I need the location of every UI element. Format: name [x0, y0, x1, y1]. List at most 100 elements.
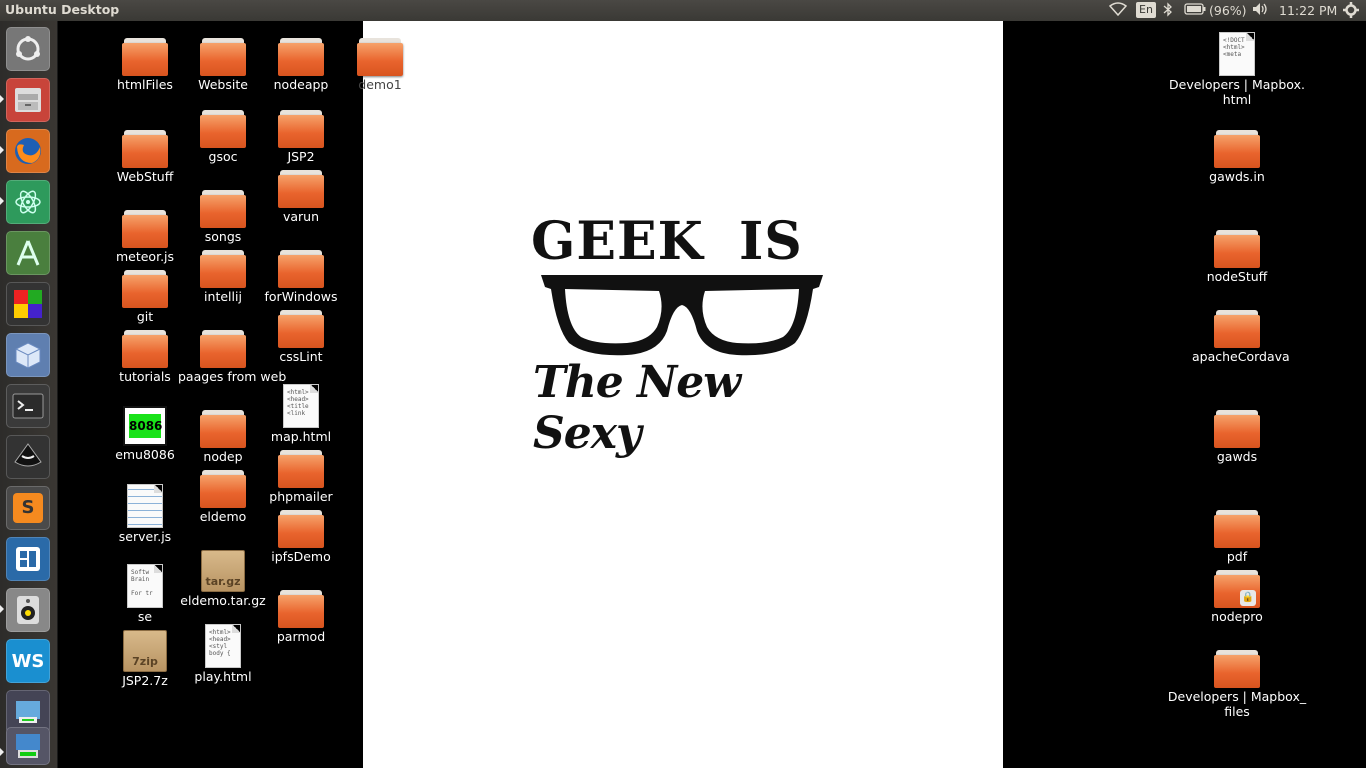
- running-indicator: [0, 146, 4, 154]
- folder-icon: [278, 450, 324, 488]
- grid-app-icon[interactable]: [6, 282, 50, 326]
- keyboard-language-indicator[interactable]: En: [1136, 2, 1156, 18]
- folder-icon: [1214, 310, 1260, 348]
- desktop-folder[interactable]: git: [100, 270, 190, 324]
- icon-label: server.js: [118, 529, 172, 544]
- atom-icon[interactable]: [6, 180, 50, 224]
- firefox-icon[interactable]: [6, 129, 50, 173]
- icon-label: play.html: [194, 669, 252, 684]
- icon-label: gawds.in: [1209, 169, 1265, 184]
- desktop-folder[interactable]: nodeStuff: [1192, 230, 1282, 284]
- desktop-folder[interactable]: ipfsDemo: [256, 510, 346, 564]
- icon-label: Developers | Mapbox. html: [1169, 77, 1305, 107]
- icon-label: eldemo: [199, 509, 247, 524]
- folder-icon: [122, 38, 168, 76]
- icon-label: Developers | Mapbox_ files: [1167, 689, 1307, 719]
- installer-icon[interactable]: [6, 727, 50, 765]
- clock[interactable]: 11:22 PM: [1279, 2, 1337, 19]
- wifi-icon[interactable]: [1108, 2, 1128, 19]
- desktop-archive[interactable]: tar.gz eldemo.tar.gz: [178, 550, 268, 608]
- desktop-folder[interactable]: htmlFiles: [100, 38, 190, 92]
- running-indicator: [0, 197, 4, 205]
- files-icon[interactable]: [6, 78, 50, 122]
- folder-icon: [1214, 130, 1260, 168]
- settings-gear-icon[interactable]: [1343, 2, 1359, 19]
- icon-label: forWindows: [264, 289, 338, 304]
- folder-icon: [200, 330, 246, 368]
- folder-icon: [1214, 410, 1260, 448]
- folder-icon: [200, 110, 246, 148]
- dash-icon[interactable]: [6, 27, 50, 71]
- folder-icon: [278, 38, 324, 76]
- desktop-folder[interactable]: cssLint: [256, 310, 346, 364]
- icon-label: WebStuff: [116, 169, 174, 184]
- desktop-folder[interactable]: gawds.in: [1192, 130, 1282, 184]
- desktop-launcher-file[interactable]: 8086 emu8086: [100, 406, 190, 462]
- sublime-text-icon[interactable]: S: [6, 486, 50, 530]
- desktop-file[interactable]: <!DOCT <html> <meta Developers | Mapbox. …: [1162, 32, 1312, 107]
- folder-icon: [278, 110, 324, 148]
- wallpaper-tagline: The New Sexy: [533, 357, 741, 459]
- desktop-folder[interactable]: forWindows: [256, 250, 346, 304]
- android-studio-icon[interactable]: [6, 231, 50, 275]
- javascript-file-icon: [127, 484, 163, 528]
- battery-percent[interactable]: (96%): [1209, 2, 1247, 19]
- icon-label: ipfsDemo: [271, 549, 331, 564]
- bluetooth-icon[interactable]: [1163, 2, 1173, 19]
- icon-label: htmlFiles: [117, 77, 173, 92]
- icon-label: git: [136, 309, 154, 324]
- desktop-folder[interactable]: demo1: [335, 38, 425, 92]
- desktop-folder[interactable]: gsoc: [178, 110, 268, 164]
- terminal-icon[interactable]: [6, 384, 50, 428]
- volume-icon[interactable]: [1252, 2, 1270, 19]
- desktop-folder[interactable]: phpmailer: [256, 450, 346, 504]
- desktop-folder[interactable]: apacheCordava: [1192, 310, 1290, 364]
- desktop-folder[interactable]: paages from web: [178, 330, 286, 384]
- desktop-archive[interactable]: 7zip JSP2.7z: [100, 630, 190, 688]
- desktop-folder[interactable]: Developers | Mapbox_ files: [1162, 650, 1312, 719]
- icon-label: songs: [204, 229, 242, 244]
- battery-icon[interactable]: [1184, 2, 1206, 19]
- desktop-file[interactable]: server.js: [100, 484, 190, 544]
- virtualbox-icon[interactable]: [6, 333, 50, 377]
- text-file-icon: Softw Brain For tr: [127, 564, 163, 608]
- desktop-folder[interactable]: intellij: [178, 250, 268, 304]
- desktop-file[interactable]: <html> <head> <styl body {play.html: [178, 624, 268, 684]
- desktop-folder[interactable]: WebStuff: [100, 130, 190, 184]
- icon-label: cssLint: [279, 349, 323, 364]
- desktop-folder[interactable]: nodeapp: [256, 38, 346, 92]
- icon-label: gsoc: [208, 149, 238, 164]
- folder-icon: [1214, 650, 1260, 688]
- folder-icon: 🔒: [1214, 570, 1260, 608]
- running-indicator: [0, 748, 4, 756]
- icon-label: nodeapp: [273, 77, 329, 92]
- archive-icon: tar.gz: [201, 550, 245, 592]
- icon-label: eldemo.tar.gz: [180, 593, 266, 608]
- icon-label: demo1: [358, 77, 402, 92]
- desktop-folder[interactable]: varun: [256, 170, 346, 224]
- desktop-file[interactable]: <html> <head> <title <link map.html: [256, 384, 346, 444]
- icon-label: nodep: [203, 449, 243, 464]
- desktop-folder[interactable]: tutorials: [100, 330, 190, 384]
- folder-icon: [278, 510, 324, 548]
- desktop-folder[interactable]: pdf: [1192, 510, 1282, 564]
- desktop-folder[interactable]: JSP2: [256, 110, 346, 164]
- desktop-folder[interactable]: eldemo: [178, 470, 268, 524]
- desktop-file[interactable]: Softw Brain For tr se: [100, 564, 190, 624]
- desktop-folder[interactable]: nodep: [178, 410, 268, 464]
- inkscape-icon[interactable]: [6, 435, 50, 479]
- folder-icon: [278, 250, 324, 288]
- glasses-icon: [537, 269, 827, 363]
- icon-label: nodeStuff: [1206, 269, 1268, 284]
- icon-label: meteor.js: [115, 249, 175, 264]
- desktop-folder[interactable]: meteor.js: [100, 210, 190, 264]
- desktop-folder[interactable]: 🔒 nodepro: [1192, 570, 1282, 624]
- desktop-folder[interactable]: parmod: [256, 590, 346, 644]
- desktop-folder[interactable]: gawds: [1192, 410, 1282, 464]
- speaker-icon[interactable]: [6, 588, 50, 632]
- desktop-folder[interactable]: songs: [178, 190, 268, 244]
- webstorm-icon[interactable]: WS: [6, 639, 50, 683]
- desktop-folder[interactable]: Website: [178, 38, 268, 92]
- pinta-icon[interactable]: [6, 537, 50, 581]
- wallpaper-headline: GEEK IS: [531, 211, 803, 272]
